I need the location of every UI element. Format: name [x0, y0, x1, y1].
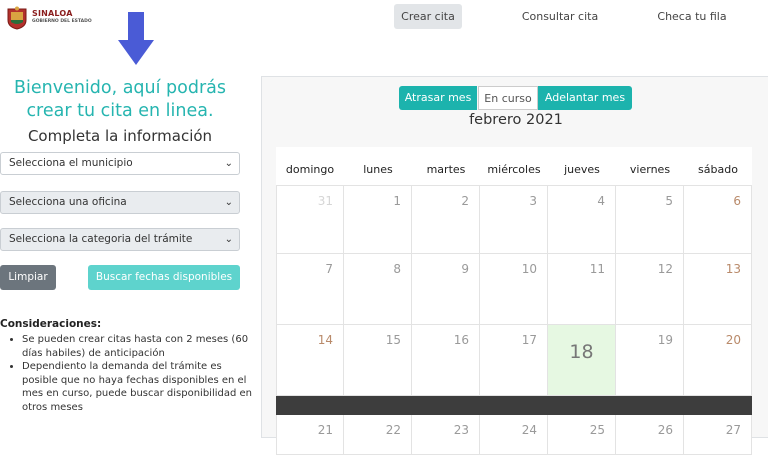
- welcome-line1: Bienvenido, aquí podrás: [13, 78, 227, 98]
- calendar-day[interactable]: 13: [684, 254, 752, 325]
- next-month-button[interactable]: Adelantar mes: [538, 86, 632, 110]
- weekday-header: miércoles: [487, 163, 541, 176]
- calendar-day[interactable]: 17: [480, 325, 548, 396]
- oficina-select[interactable]: Selecciona una oficina ⌄: [0, 191, 240, 214]
- chevron-down-icon: ⌄: [224, 197, 233, 208]
- weekday-header: martes: [426, 163, 466, 176]
- calendar-day[interactable]: 19: [616, 325, 684, 396]
- logo-line1: SINALOA: [32, 9, 73, 18]
- calendar-day-today[interactable]: 18: [548, 325, 616, 396]
- calendar-day[interactable]: 11: [548, 254, 616, 325]
- chevron-down-icon: ⌄: [224, 234, 233, 245]
- calendar-day[interactable]: 27: [684, 415, 752, 455]
- limpiar-button[interactable]: Limpiar: [0, 265, 56, 290]
- calendar-day[interactable]: 15: [344, 325, 412, 396]
- logo-line2: GOBIERNO DEL ESTADO: [32, 19, 92, 24]
- calendar-day[interactable]: 3: [480, 186, 548, 254]
- form-subtitle: Completa la información: [27, 127, 213, 145]
- calendar-overlay-band: [276, 396, 752, 415]
- calendar-day[interactable]: 12: [616, 254, 684, 325]
- municipio-select[interactable]: Selecciona el municipio ⌄: [0, 152, 240, 175]
- calendar-day[interactable]: 6: [684, 186, 752, 254]
- calendar-day[interactable]: 10: [480, 254, 548, 325]
- weekday-header: domingo: [285, 163, 335, 176]
- consideraciones-title: Consideraciones:: [0, 318, 102, 330]
- logo-text: SINALOA GOBIERNO DEL ESTADO: [32, 10, 92, 26]
- nav-consultar-cita[interactable]: Consultar cita: [516, 4, 604, 29]
- weekday-header: jueves: [564, 163, 600, 176]
- calendar-day[interactable]: 9: [412, 254, 480, 325]
- calendar-day[interactable]: 24: [480, 415, 548, 455]
- calendar-day[interactable]: 26: [616, 415, 684, 455]
- welcome-line2: crear tu cita en linea.: [26, 101, 214, 121]
- buscar-fechas-button[interactable]: Buscar fechas disponibles: [88, 265, 240, 290]
- state-seal-icon: [7, 6, 27, 30]
- nav-checa-tu-fila[interactable]: Checa tu fila: [650, 4, 734, 29]
- calendar-day[interactable]: 7: [276, 254, 344, 325]
- calendar-day[interactable]: 25: [548, 415, 616, 455]
- calendar-day[interactable]: 8: [344, 254, 412, 325]
- categoria-select[interactable]: Selecciona la categoria del trámite ⌄: [0, 228, 240, 251]
- calendar-day[interactable]: 5: [616, 186, 684, 254]
- calendar-day: 31: [276, 186, 344, 254]
- calendar-day[interactable]: 21: [276, 415, 344, 455]
- arrow-down-icon: [118, 12, 154, 65]
- calendar-day[interactable]: 23: [412, 415, 480, 455]
- current-month-button[interactable]: En curso: [478, 86, 538, 110]
- list-item: Se pueden crear citas hasta con 2 meses …: [22, 333, 254, 360]
- chevron-down-icon: ⌄: [224, 158, 233, 169]
- weekday-header: lunes: [363, 163, 393, 176]
- list-item: Dependiento la demanda del trámite es po…: [22, 360, 254, 414]
- prev-month-button[interactable]: Atrasar mes: [399, 86, 477, 110]
- weekday-header: viernes: [629, 163, 671, 176]
- consideraciones-list: Se pueden crear citas hasta con 2 meses …: [8, 333, 254, 415]
- calendar-day[interactable]: 2: [412, 186, 480, 254]
- welcome-heading: Bienvenido, aquí podrás crear tu cita en…: [0, 77, 240, 123]
- calendar-day[interactable]: 14: [276, 325, 344, 396]
- logo[interactable]: SINALOA GOBIERNO DEL ESTADO: [6, 6, 92, 30]
- nav-crear-cita[interactable]: Crear cita: [394, 4, 462, 29]
- calendar-day[interactable]: 22: [344, 415, 412, 455]
- weekday-header: sábado: [698, 163, 738, 176]
- oficina-select-value: Selecciona una oficina: [9, 196, 127, 208]
- calendar-day[interactable]: 16: [412, 325, 480, 396]
- month-title: febrero 2021: [469, 112, 563, 128]
- calendar-day[interactable]: 4: [548, 186, 616, 254]
- calendar-day[interactable]: 1: [344, 186, 412, 254]
- calendar-day[interactable]: 20: [684, 325, 752, 396]
- municipio-select-value: Selecciona el municipio: [9, 157, 133, 169]
- categoria-select-value: Selecciona la categoria del trámite: [9, 233, 193, 245]
